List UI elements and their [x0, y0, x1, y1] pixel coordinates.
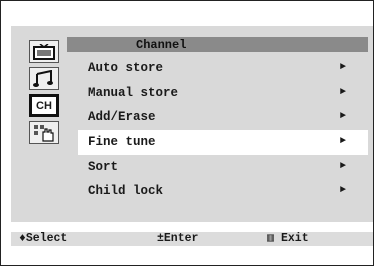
exit-icon: ▥	[267, 232, 274, 245]
arrow-right-icon: ►	[339, 185, 346, 197]
menu-item-label: Child lock	[88, 184, 164, 199]
menu-title-bar: Channel	[67, 37, 368, 52]
menu-panel: Channel Auto store ► Manual store ► Add/…	[11, 26, 373, 222]
menu-item-auto-store[interactable]: Auto store ►	[78, 56, 368, 81]
menu-item-sort[interactable]: Sort ►	[78, 155, 368, 180]
enter-hint: ±Enter	[157, 232, 199, 245]
arrow-right-icon: ►	[339, 86, 346, 98]
exit-hint: Exit	[281, 232, 309, 245]
menu-item-label: Auto store	[88, 61, 164, 75]
select-hint: ♦Select	[19, 232, 68, 245]
setup-hand-icon[interactable]	[29, 121, 59, 144]
menu-item-child-lock[interactable]: Child lock ►	[78, 179, 368, 204]
channel-icon[interactable]: CH	[29, 94, 59, 117]
sound-music-icon[interactable]	[29, 67, 59, 90]
menu-item-label: Manual store	[88, 85, 179, 100]
arrow-right-icon: ►	[339, 111, 346, 123]
menu-item-fine-tune[interactable]: Fine tune ►	[78, 130, 368, 155]
channel-icon-label: CH	[36, 99, 52, 112]
arrow-right-icon: ►	[339, 136, 346, 148]
tv-picture-icon[interactable]	[29, 40, 59, 63]
menu-list: Auto store ► Manual store ► Add/Erase ► …	[78, 56, 368, 204]
arrow-right-icon: ►	[339, 62, 346, 73]
menu-item-add-erase[interactable]: Add/Erase ►	[78, 105, 368, 130]
menu-item-manual-store[interactable]: Manual store ►	[78, 81, 368, 106]
menu-item-label: Add/Erase	[88, 110, 156, 125]
menu-item-label: Sort	[88, 159, 119, 174]
menu-item-label: Fine tune	[88, 135, 156, 150]
status-bar: ♦Select ±Enter ▥ Exit	[11, 232, 373, 246]
menu-title: Channel	[136, 38, 187, 52]
sidebar: CH	[29, 40, 59, 148]
arrow-right-icon: ►	[339, 160, 346, 172]
